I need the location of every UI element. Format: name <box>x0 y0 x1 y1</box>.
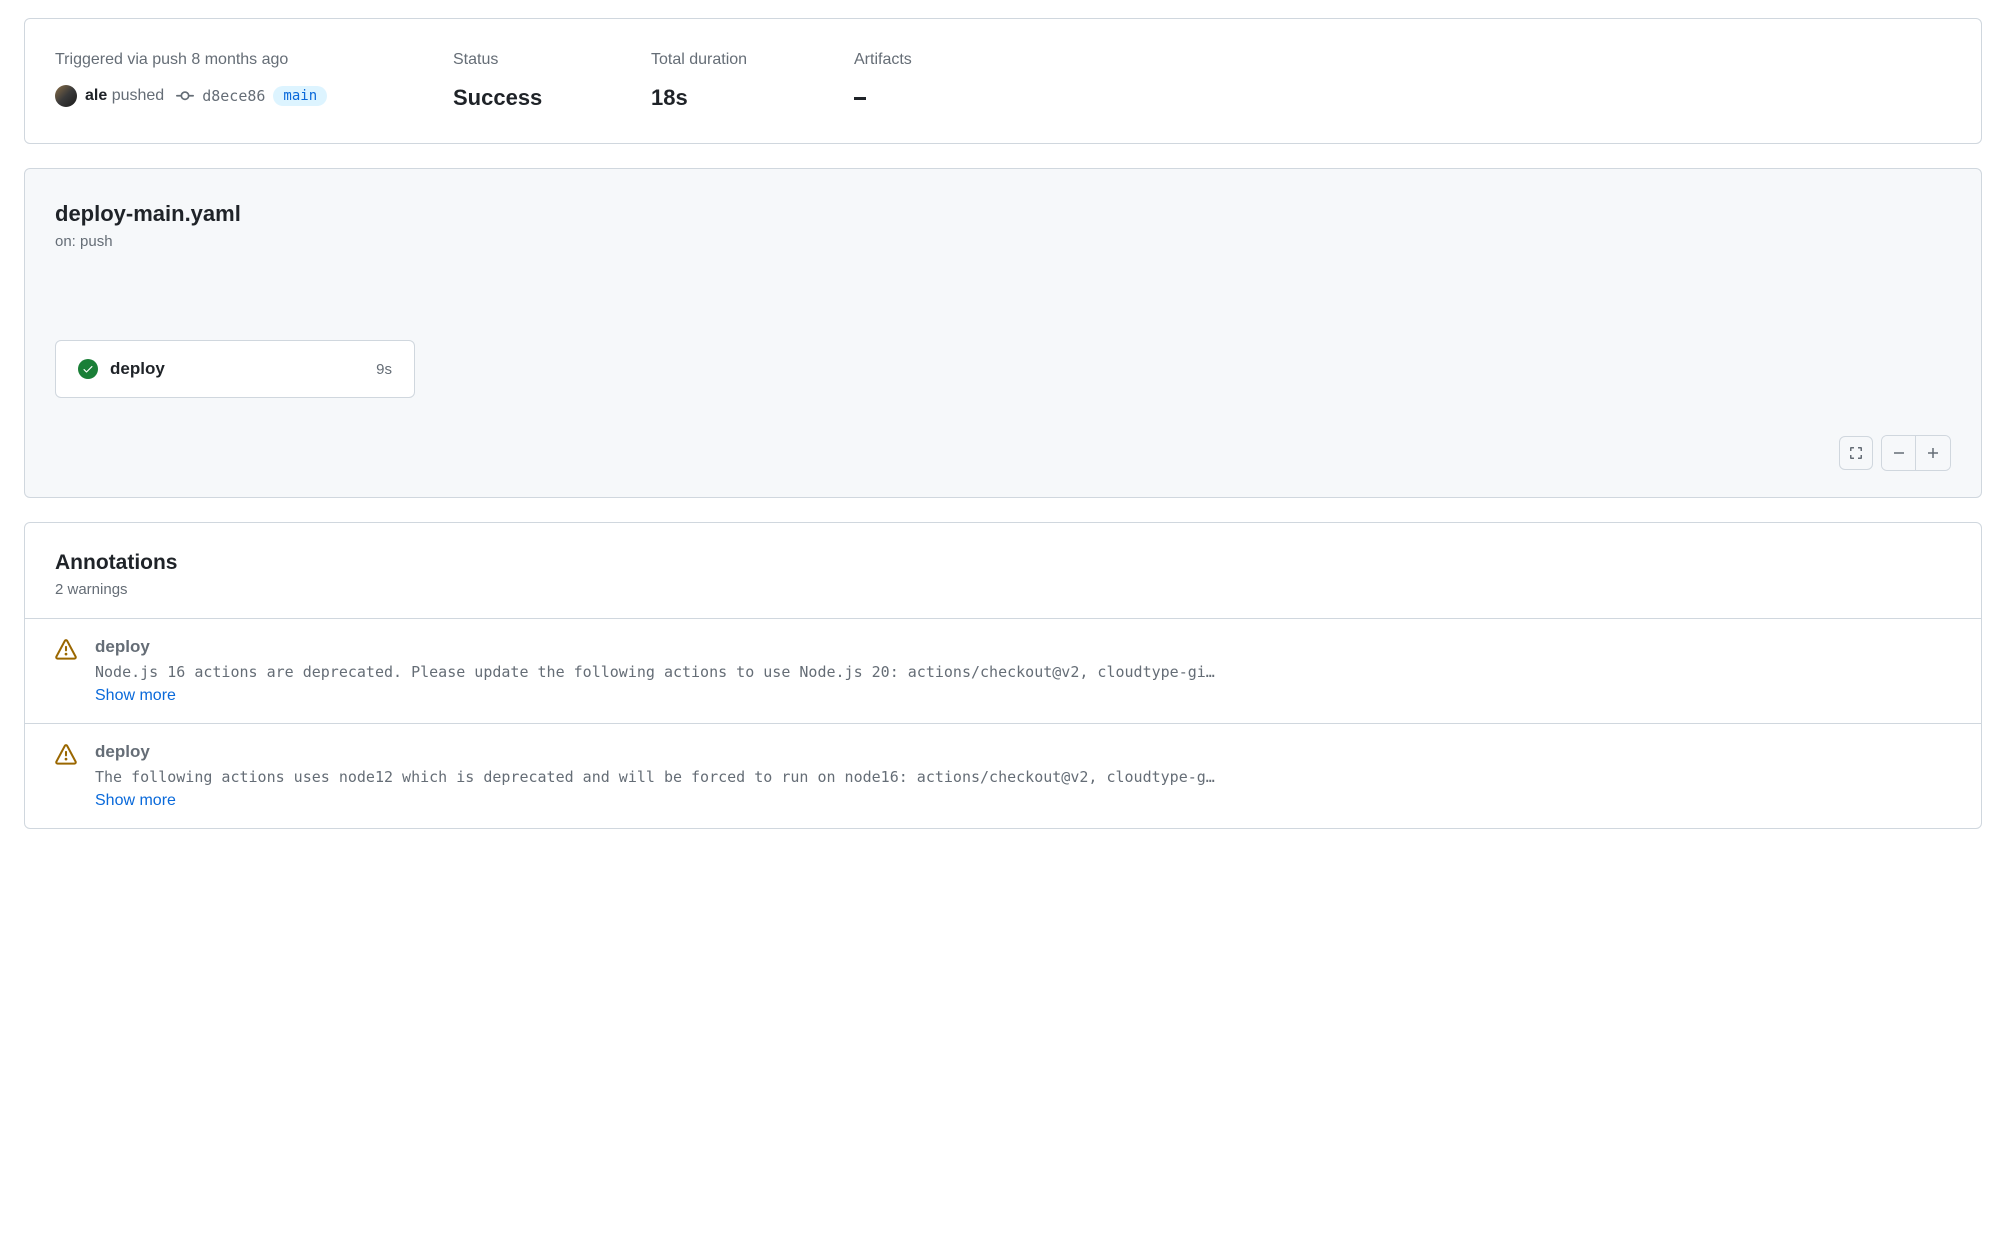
workflow-subtitle: on: push <box>55 233 1951 250</box>
annotation-item[interactable]: deploy The following actions uses node12… <box>25 723 1981 828</box>
fullscreen-button[interactable] <box>1839 436 1873 470</box>
annotation-title: deploy <box>95 637 1951 657</box>
action-verb: pushed <box>112 87 165 104</box>
artifacts-label: Artifacts <box>854 51 994 69</box>
workflow-graph-card: deploy-main.yaml on: push deploy 9s <box>24 168 1982 498</box>
show-more-button[interactable]: Show more <box>95 792 176 810</box>
duration-value[interactable]: 18s <box>651 85 826 111</box>
annotations-title: Annotations <box>55 551 1951 575</box>
success-check-icon <box>78 359 98 379</box>
duration-label: Total duration <box>651 51 826 69</box>
workflow-title: deploy-main.yaml <box>55 201 1951 227</box>
warning-icon <box>55 639 77 661</box>
run-summary-card: Triggered via push 8 months ago ale push… <box>24 18 1982 144</box>
annotations-subtitle: 2 warnings <box>55 581 1951 598</box>
zoom-controls <box>1839 435 1951 471</box>
annotations-card: Annotations 2 warnings deploy Node.js 16… <box>24 522 1982 829</box>
status-value: Success <box>453 85 623 111</box>
show-more-button[interactable]: Show more <box>95 687 176 705</box>
job-name: deploy <box>110 359 364 379</box>
status-column: Status Success <box>453 51 623 111</box>
commit-icon <box>176 87 194 105</box>
avatar[interactable] <box>55 85 77 107</box>
commit-sha[interactable]: d8ece86 <box>202 87 265 105</box>
zoom-in-button[interactable] <box>1916 436 1950 470</box>
trigger-row: ale pushed d8ece86 main <box>55 85 425 107</box>
zoom-out-button[interactable] <box>1882 436 1916 470</box>
warning-icon <box>55 744 77 766</box>
duration-column: Total duration 18s <box>651 51 826 111</box>
artifacts-value <box>854 85 994 100</box>
annotation-item[interactable]: deploy Node.js 16 actions are deprecated… <box>25 618 1981 723</box>
trigger-label: Triggered via push 8 months ago <box>55 51 425 69</box>
actor-name[interactable]: ale <box>85 87 107 104</box>
annotation-message: Node.js 16 actions are deprecated. Pleas… <box>95 663 1951 681</box>
trigger-column: Triggered via push 8 months ago ale push… <box>55 51 425 111</box>
annotation-message: The following actions uses node12 which … <box>95 768 1951 786</box>
status-label: Status <box>453 51 623 69</box>
annotation-title: deploy <box>95 742 1951 762</box>
annotations-header: Annotations 2 warnings <box>25 523 1981 618</box>
artifacts-column: Artifacts <box>854 51 994 111</box>
branch-badge[interactable]: main <box>273 86 327 106</box>
job-node-deploy[interactable]: deploy 9s <box>55 340 415 398</box>
job-duration: 9s <box>376 361 392 378</box>
